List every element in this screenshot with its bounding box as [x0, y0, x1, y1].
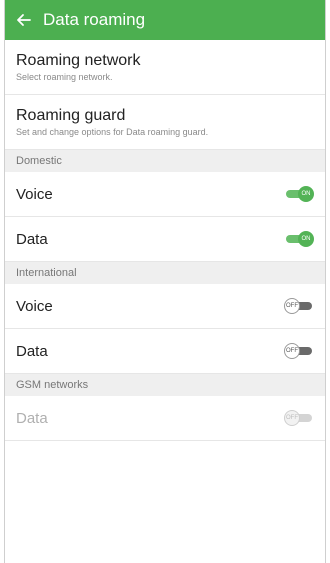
switch-knob: OFF: [284, 298, 300, 314]
international-data-switch[interactable]: OFF: [284, 343, 314, 359]
page-title: Data roaming: [43, 10, 146, 29]
domestic-voice-row[interactable]: Voice ON: [5, 172, 325, 217]
app-bar: Data roaming: [5, 0, 325, 40]
international-voice-switch[interactable]: OFF: [284, 298, 314, 314]
roaming-network-item[interactable]: Roaming network Select roaming network.: [5, 40, 325, 95]
back-arrow-icon[interactable]: [15, 11, 33, 29]
international-voice-row[interactable]: Voice OFF: [5, 284, 325, 329]
domestic-data-row[interactable]: Data ON: [5, 217, 325, 262]
domestic-voice-switch[interactable]: ON: [284, 186, 314, 202]
international-data-label: Data: [16, 342, 48, 360]
switch-knob: OFF: [284, 343, 300, 359]
switch-knob: ON: [298, 186, 314, 202]
domestic-voice-label: Voice: [16, 185, 53, 203]
data-roaming-screen: Data roaming Roaming network Select roam…: [4, 0, 326, 563]
roaming-guard-title: Roaming guard: [16, 107, 126, 124]
domestic-data-label: Data: [16, 230, 48, 248]
roaming-guard-item[interactable]: Roaming guard Set and change options for…: [5, 95, 325, 150]
gsm-networks-header: GSM networks: [5, 374, 325, 396]
gsm-data-switch: OFF: [284, 410, 314, 426]
switch-knob: ON: [298, 231, 314, 247]
gsm-data-row: Data OFF: [5, 396, 325, 441]
international-data-row[interactable]: Data OFF: [5, 329, 325, 374]
international-header: International: [5, 262, 325, 284]
gsm-data-label: Data: [16, 409, 48, 427]
roaming-network-title: Roaming network: [16, 52, 141, 69]
international-voice-label: Voice: [16, 297, 53, 315]
domestic-header: Domestic: [5, 150, 325, 172]
domestic-data-switch[interactable]: ON: [284, 231, 314, 247]
switch-knob: OFF: [284, 410, 300, 426]
roaming-guard-summary: Set and change options for Data roaming …: [16, 127, 209, 137]
roaming-network-summary: Select roaming network.: [16, 72, 113, 82]
